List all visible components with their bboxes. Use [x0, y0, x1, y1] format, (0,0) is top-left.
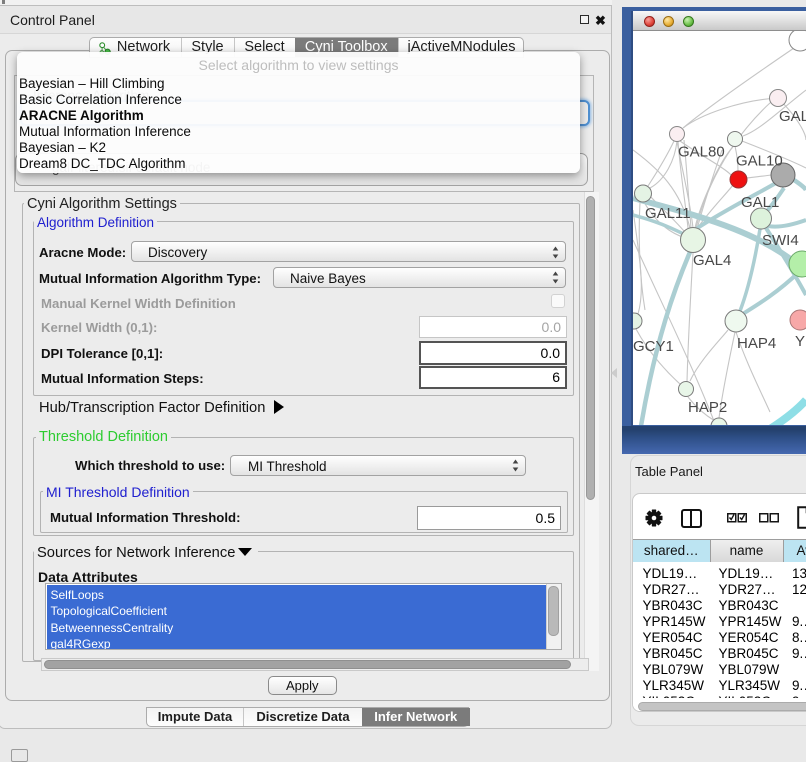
svg-text:GAL4: GAL4 — [693, 252, 731, 269]
svg-text:GAL11: GAL11 — [645, 205, 691, 222]
svg-text:GAL10: GAL10 — [736, 153, 783, 170]
svg-text:GAL1: GAL1 — [741, 194, 779, 211]
svg-text:HAP2: HAP2 — [688, 399, 727, 416]
svg-text:GAL80: GAL80 — [678, 144, 725, 161]
svg-text:SWI4: SWI4 — [762, 232, 799, 249]
svg-text:GCY1: GCY1 — [633, 338, 674, 355]
svg-text:HAP4: HAP4 — [737, 335, 776, 352]
svg-text:GAL2: GAL2 — [779, 108, 806, 125]
svg-text:YI: YI — [795, 333, 806, 350]
